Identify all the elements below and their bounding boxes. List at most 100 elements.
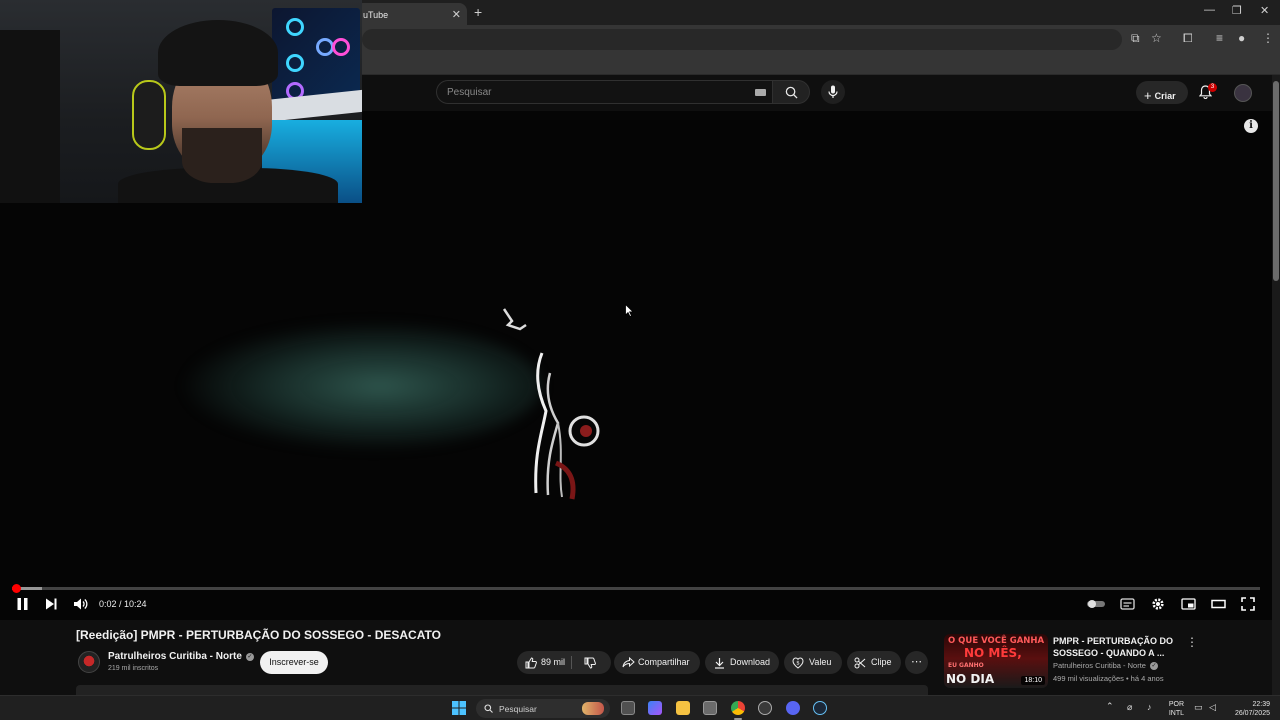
search-button[interactable] [772,80,810,104]
time-display: 0:02 / 10:24 [99,599,147,609]
media-control-icon[interactable]: ≡ [1216,31,1223,45]
windows-taskbar: Pesquisar ⌃ ⌀ ♪ POR INTL ▭ ◁ 22:39 26/07… [0,695,1280,720]
info-icon[interactable]: i [1244,119,1258,133]
channel-name-link[interactable]: Patrulheiros Curitiba - Norte ✓ [108,651,254,662]
taskbar-search[interactable]: Pesquisar [476,699,610,718]
more-actions-button[interactable]: ⋯ [905,651,928,674]
description-box[interactable] [76,685,928,695]
subtitles-icon[interactable] [1120,598,1135,610]
miniplayer-icon[interactable] [1181,598,1196,610]
thumb-text-3: EU GANHO [948,662,984,669]
file-explorer-icon[interactable] [676,701,690,715]
search-input[interactable]: Pesquisar [436,80,772,104]
thumbs-up-icon [525,657,537,669]
clip-button[interactable]: Clipe [847,651,901,674]
extensions-icon[interactable]: ⧠ [1183,31,1193,46]
close-window-button[interactable]: ✕ [1260,4,1269,17]
like-dislike-group: 89 mil [517,651,611,674]
search-icon [785,86,798,99]
video-progress-bar[interactable] [11,584,1260,593]
chrome-icon[interactable] [731,701,745,715]
obs-icon[interactable] [758,701,772,715]
recommended-more-icon[interactable]: ⋮ [1186,635,1198,649]
minimize-button[interactable]: — [1204,4,1215,16]
clock-time: 22:39 [1252,701,1270,708]
recommended-channel-name: Patrulheiros Curitiba - Norte [1053,661,1146,670]
windows-start-icon[interactable] [452,701,466,715]
recommended-video-thumbnail[interactable]: O QUE VOCÊ GANHA NO MÊS, EU GANHO NO DIA… [944,634,1048,688]
thumbs-down-icon [584,657,596,669]
thanks-label: Valeu [809,657,832,667]
download-label: Download [730,657,771,667]
tray-overflow-icon[interactable]: ⌃ [1106,701,1114,712]
create-label: Criar [1154,91,1176,101]
download-button[interactable]: Download [705,651,779,674]
fullscreen-icon[interactable] [1241,597,1255,611]
language-line-1: POR [1168,701,1184,708]
task-view-icon[interactable] [621,701,635,715]
new-tab-button[interactable]: + [474,4,482,20]
network-icon[interactable]: ⌀ [1127,702,1132,713]
scrollbar-thumb[interactable] [1273,81,1279,281]
profile-icon[interactable]: ● [1238,31,1245,45]
discord-icon[interactable] [786,701,800,715]
install-app-icon[interactable]: ⧉ [1131,31,1140,46]
chrome-menu-icon[interactable]: ⋮ [1262,31,1274,45]
thumb-text-2: NO MÊS, [964,646,1022,660]
store-icon[interactable] [703,701,717,715]
video-title: [Reedição] PMPR - PERTURBAÇÃO DO SOSSEGO… [76,628,441,642]
tab-title: uTube [363,10,389,20]
svg-text:$: $ [796,661,800,667]
page-scrollbar[interactable] [1272,75,1280,695]
pause-icon[interactable] [16,597,29,611]
keyboard-icon[interactable] [755,89,766,96]
browser-tab-youtube[interactable]: uTube ✕ [355,3,467,25]
voice-search-button[interactable] [821,80,845,104]
like-button[interactable]: 89 mil [517,651,571,674]
account-avatar[interactable] [1234,84,1252,102]
video-frame-smoke [182,321,542,451]
autoplay-toggle-icon[interactable] [1086,599,1106,609]
create-button[interactable]: + Criar [1136,81,1188,104]
more-actions-icon: ⋯ [911,656,922,668]
copilot-icon[interactable] [648,701,662,715]
bookmark-star-icon[interactable]: ☆ [1151,31,1162,45]
address-bar[interactable] [362,29,1122,50]
thanks-button[interactable]: $ Valeu [784,651,842,674]
subscribe-button[interactable]: Inscrever-se [260,651,328,674]
language-indicator[interactable]: POR INTL [1162,700,1184,718]
language-line-2: INTL [1168,710,1184,717]
channel-name: Patrulheiros Curitiba - Norte [108,651,242,662]
share-arrow-icon [622,657,635,668]
recommended-video-title[interactable]: PMPR - PERTURBAÇÃO DO SOSSEGO - QUANDO A… [1053,635,1173,659]
display-tray-icon[interactable]: ▭ [1194,702,1203,713]
channel-avatar[interactable] [78,651,100,673]
theater-mode-icon[interactable] [1211,599,1226,609]
steam-icon[interactable] [813,701,827,715]
recommended-video-meta: 499 mil visualizações • há 4 anos [1053,674,1164,683]
clock-date: 26/07/2025 [1234,710,1270,717]
thanks-heart-dollar-icon: $ [792,657,804,669]
share-label: Compartilhar [638,657,690,667]
download-icon [715,658,724,669]
subscriber-count: 219 mil inscritos [108,665,159,672]
microphone-tray-icon[interactable]: ♪ [1147,702,1152,712]
scrubber-knob[interactable] [11,584,21,593]
dislike-button[interactable] [572,651,611,674]
speaker-tray-icon[interactable]: ◁ [1209,702,1216,713]
webcam-person-beard [182,128,262,183]
plus-icon: + [1144,88,1152,103]
settings-gear-icon[interactable] [1151,597,1165,611]
tab-close-icon[interactable]: ✕ [452,8,461,21]
clock[interactable]: 22:39 26/07/2025 [1220,700,1270,718]
clip-label: Clipe [871,657,892,667]
verified-check-icon: ✓ [1149,662,1158,670]
share-button[interactable]: Compartilhar [614,651,700,674]
webcam-headset [132,80,166,150]
maximize-button[interactable]: ❐ [1232,4,1242,17]
microphone-icon [828,85,838,98]
next-video-icon[interactable] [45,597,58,611]
search-highlight-icon [582,702,604,715]
recommended-video-channel: Patrulheiros Curitiba - Norte ✓ [1053,661,1158,670]
volume-icon[interactable] [73,597,88,611]
